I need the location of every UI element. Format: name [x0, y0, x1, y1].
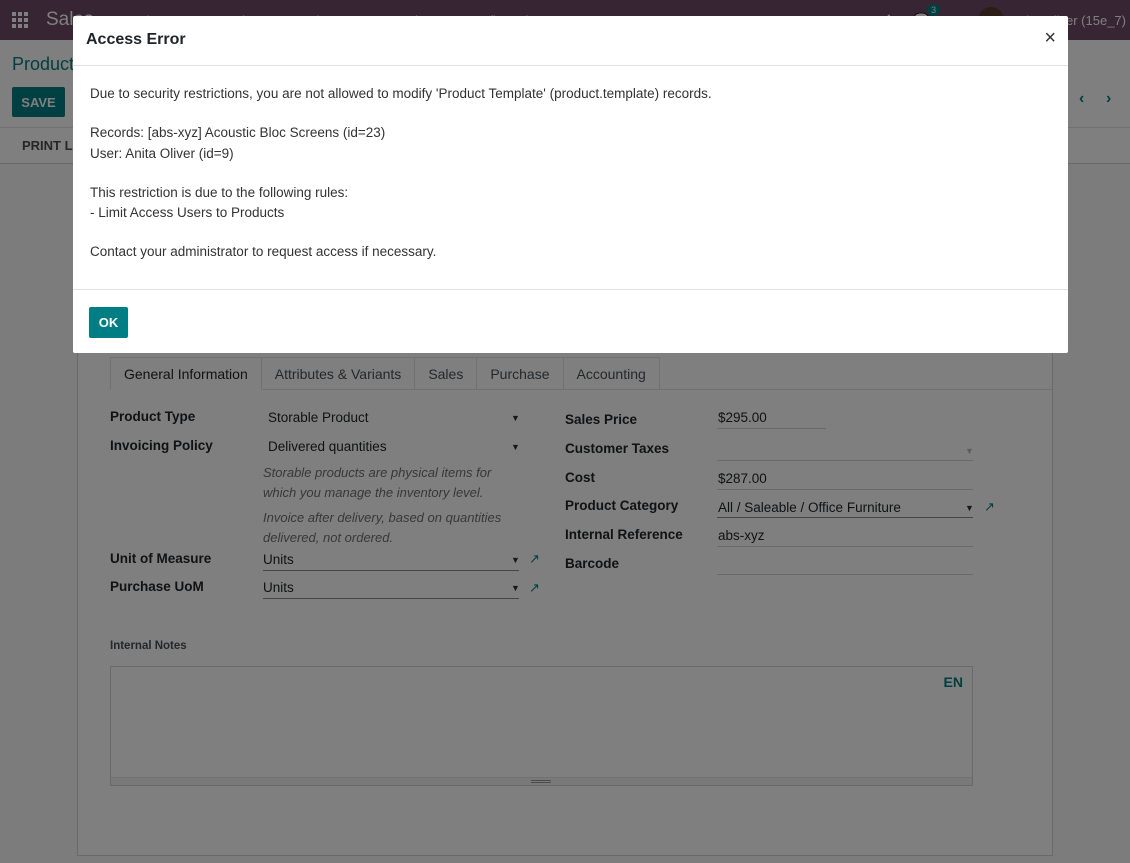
- dialog-header: Access Error ×: [73, 16, 1068, 66]
- rules-intro: This restriction is due to the following…: [90, 184, 349, 200]
- dialog-footer: OK: [73, 289, 1068, 353]
- error-rules: This restriction is due to the following…: [90, 183, 712, 224]
- access-error-dialog: Access Error × Due to security restricti…: [73, 16, 1068, 353]
- error-details: Records: [abs-xyz] Acoustic Bloc Screens…: [90, 123, 712, 164]
- error-records: Records: [abs-xyz] Acoustic Bloc Screens…: [90, 125, 386, 140]
- close-icon[interactable]: ×: [1044, 28, 1056, 48]
- contact-admin-text: Contact your administrator to request ac…: [90, 244, 437, 259]
- rule-item: - Limit Access Users to Products: [90, 205, 285, 220]
- dialog-body: Due to security restrictions, you are no…: [90, 84, 712, 281]
- error-user: User: Anita Oliver (id=9): [90, 145, 234, 161]
- dialog-title: Access Error: [86, 31, 186, 48]
- error-message: Due to security restrictions, you are no…: [90, 86, 712, 101]
- ok-button[interactable]: OK: [89, 307, 128, 338]
